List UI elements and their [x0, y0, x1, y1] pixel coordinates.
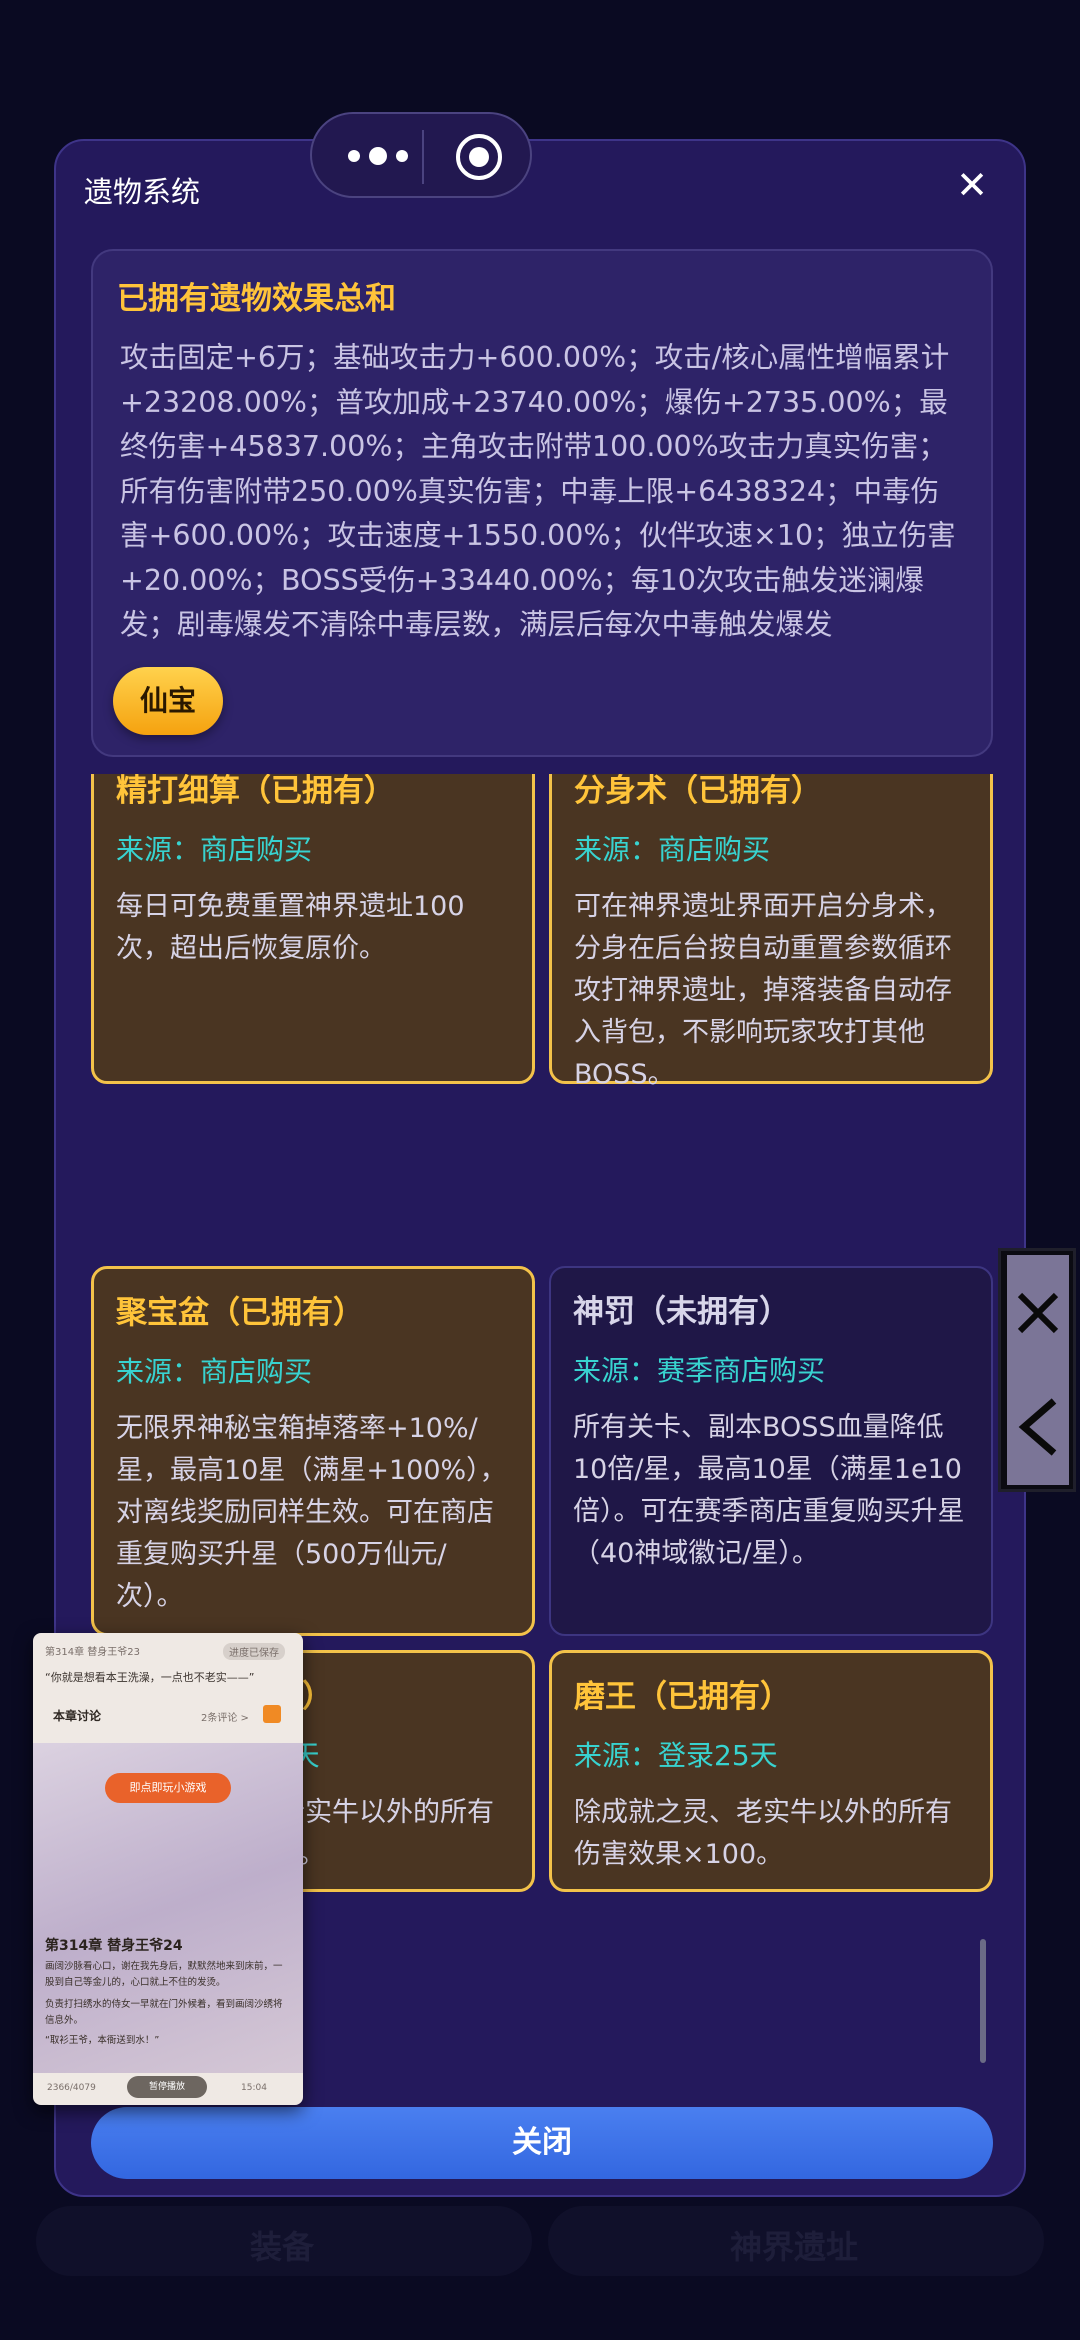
miniprogram-capsule	[310, 112, 532, 198]
relic-card[interactable]: 聚宝盆（已拥有） 来源：商店购买 无限界神秘宝箱掉落率+10%/星，最高10星（…	[91, 1266, 535, 1636]
close-icon[interactable]	[1014, 1289, 1062, 1337]
relic-card-source: 来源：赛季商店购买	[573, 1354, 826, 1387]
pip-section-comments[interactable]: 2条评论 >	[201, 1709, 249, 1724]
pip-play-minigame-button[interactable]: 即点即玩小游戏	[105, 1773, 231, 1803]
relic-card-desc: 除成就之灵、老实牛以外的所有伤害效果×100。	[574, 1797, 952, 1870]
xianbao-button[interactable]: 仙宝	[113, 667, 223, 735]
relic-card-desc: 每日可免费重置神界遗址100次，超出后恢复原价。	[116, 891, 465, 964]
bg-ruins-label: 神界遗址	[730, 2228, 859, 2266]
relic-card-desc: 无限界神秘宝箱掉落率+10%/星，最高10星（满星+100%），对离线奖励同样生…	[116, 1413, 507, 1612]
more-dots-icon[interactable]	[338, 136, 418, 176]
pip-time: 15:04	[241, 2083, 267, 2093]
target-icon[interactable]	[454, 132, 504, 182]
relic-card-title: 精打细算（已拥有）	[116, 774, 395, 809]
relic-card-source: 来源：商店购买	[574, 833, 771, 866]
back-arrow-icon[interactable]	[1016, 1397, 1060, 1457]
summary-text: 攻击固定+6万；基础攻击力+600.00%；攻击/核心属性增幅累计+23208.…	[120, 341, 956, 641]
pip-body-3: “取衫王爷，本衙送到水！”	[45, 2035, 160, 2046]
relic-card-title: 聚宝盆（已拥有）	[116, 1295, 364, 1331]
bg-equipment-label: 装备	[250, 2228, 315, 2266]
scrollbar-thumb[interactable]	[980, 1939, 986, 2063]
relic-card-source: 来源：商店购买	[116, 1355, 313, 1388]
pip-body-2: 负责打扫绣水的侍女一早就在门外候着，看到画阔沙绣将信息外。	[45, 1999, 283, 2026]
modal-title: 遗物系统	[84, 175, 201, 209]
relic-card-source: 来源：登录25天	[574, 1739, 778, 1772]
gift-icon[interactable]	[263, 1705, 281, 1723]
pip-reader-window[interactable]: 第314章 替身王爷23 进度已保存 “你就是想看本王洗澡，一点也不老实——” …	[33, 1633, 303, 2105]
pip-chapter-chip: 第314章 替身王爷23	[45, 1647, 140, 1658]
relic-card[interactable]: 精打细算（已拥有） 来源：商店购买 每日可免费重置神界遗址100次，超出后恢复原…	[91, 774, 535, 1084]
relic-card-title: 神罚（未拥有）	[573, 1294, 790, 1330]
floating-side-control	[998, 1248, 1076, 1492]
capsule-divider	[422, 130, 424, 184]
pip-body-1: 画阔沙脉看心口，谢在我先身后，默默然地来到床前，一股到自己等金儿的，心口就上不住…	[45, 1961, 283, 1988]
pip-pause-button[interactable]: 暂停播放	[127, 2076, 207, 2098]
close-modal-button[interactable]: 关闭	[91, 2107, 993, 2179]
summary-title: 已拥有遗物效果总和	[117, 281, 396, 317]
side-control-panel	[1007, 1255, 1069, 1485]
pip-save-chip: 进度已保存	[223, 1643, 285, 1660]
relic-card-title: 磨王（已拥有）	[574, 1679, 791, 1715]
relic-card[interactable]: 分身术（已拥有） 来源：商店购买 可在神界遗址界面开启分身术，分身在后台按自动重…	[549, 774, 993, 1090]
pip-quote: “你就是想看本王洗澡，一点也不老实——”	[45, 1671, 255, 1684]
relic-card-source: 来源：商店购买	[116, 833, 313, 866]
relic-card-desc: 可在神界遗址界面开启分身术，分身在后台按自动重置参数循环攻打神界遗址，掉落装备自…	[574, 891, 952, 1090]
relic-card-unowned[interactable]: 神罚（未拥有） 来源：赛季商店购买 所有关卡、副本BOSS血量降低10倍/星，最…	[549, 1266, 993, 1636]
relic-card-desc: 所有关卡、副本BOSS血量降低10倍/星，最高10星（满星1e10倍）。可在赛季…	[573, 1412, 965, 1569]
pip-section-title: 本章讨论	[53, 1709, 102, 1723]
relic-effects-summary: 已拥有遗物效果总和 攻击固定+6万；基础攻击力+600.00%；攻击/核心属性增…	[91, 249, 993, 757]
close-icon[interactable]: ✕	[950, 163, 994, 207]
pip-progress: 2366/4079	[47, 2083, 96, 2093]
relic-card[interactable]: 磨王（已拥有） 来源：登录25天 除成就之灵、老实牛以外的所有伤害效果×100。	[549, 1650, 993, 1892]
pip-chapter-title: 第314章 替身王爷24	[45, 1938, 183, 1954]
relic-card-title: 分身术（已拥有）	[574, 774, 822, 809]
